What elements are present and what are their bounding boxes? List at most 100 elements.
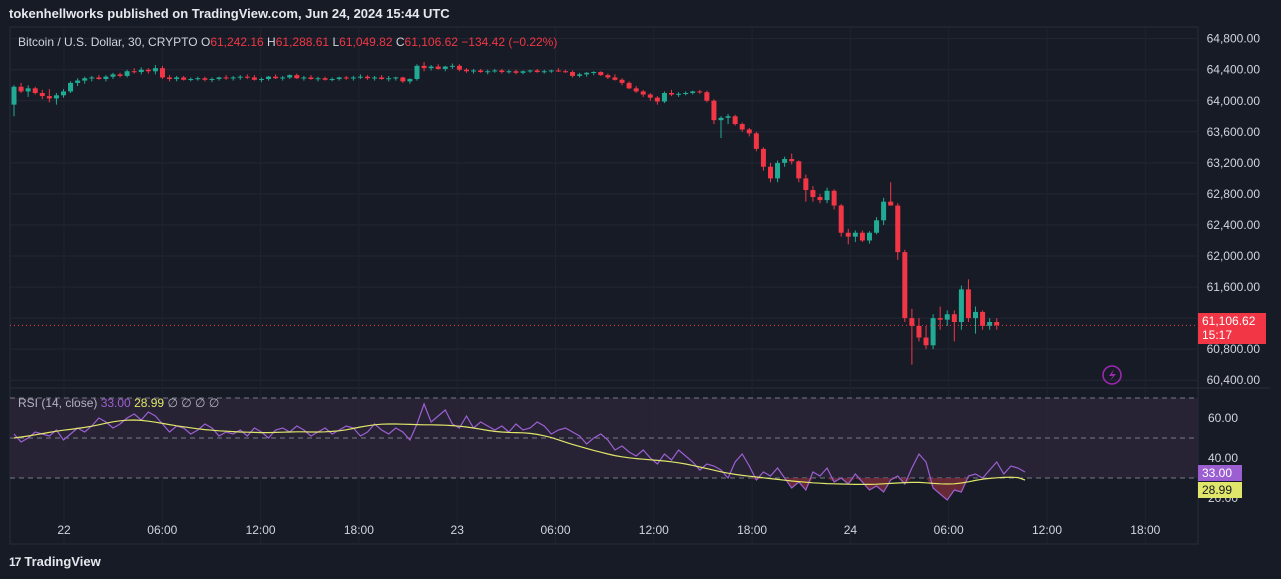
price-tick-label: 61,600.00 — [1207, 280, 1261, 294]
price-tick-label: 63,600.00 — [1207, 125, 1261, 139]
candle-body — [916, 325, 922, 338]
rsi-name[interactable]: RSI (14, close) — [18, 396, 97, 410]
symbol-name[interactable]: Bitcoin / U.S. Dollar, 30, CRYPTO — [18, 35, 198, 49]
candle-body — [619, 79, 625, 83]
price-tick-label: 60,400.00 — [1207, 373, 1261, 387]
candle-body — [485, 71, 491, 73]
candle-body — [336, 77, 342, 80]
change-value: −134.42 (−0.22%) — [461, 35, 558, 49]
time-tick-label: 12:00 — [246, 523, 276, 537]
high-label: H — [267, 35, 276, 49]
candle-body — [237, 76, 243, 78]
candle-body — [195, 78, 201, 80]
price-axis[interactable]: 64,800.00 64,400.00 64,000.00 63,600.00 63,2… — [1207, 32, 1261, 505]
candle-body — [767, 166, 773, 179]
bar-countdown: 15:17 — [1202, 328, 1233, 342]
candle-body — [831, 190, 837, 206]
rsi-value: 33.00 — [100, 396, 131, 410]
candle-body — [145, 69, 151, 72]
candle-body — [209, 79, 215, 81]
rsi-ma-value: 28.99 — [134, 396, 165, 410]
candle-body — [555, 70, 561, 72]
rsi-tick-label: 60.00 — [1208, 411, 1238, 425]
candle-body — [520, 71, 526, 73]
candle-body — [859, 232, 865, 241]
candle-body — [46, 96, 52, 99]
time-axis[interactable]: 22 06:00 12:00 18:00 23 06:00 12:00 18:00 24 06:0… — [57, 523, 1160, 537]
candle-body — [633, 88, 639, 92]
candle-body — [350, 77, 356, 79]
candle-body — [287, 75, 293, 78]
replay-icon[interactable] — [1102, 365, 1122, 385]
candle-body — [68, 82, 74, 92]
rsi-tick-label: 40.00 — [1208, 451, 1238, 465]
candle-body — [591, 72, 597, 74]
close-value: 61,106.62 — [404, 35, 458, 49]
candle-body — [647, 94, 653, 98]
candle-body — [732, 116, 738, 125]
price-tick-label: 62,800.00 — [1207, 187, 1261, 201]
time-tick-label: 22 — [57, 523, 71, 537]
candle-body — [753, 133, 759, 149]
candle-body — [442, 66, 448, 69]
candle-body — [598, 72, 604, 76]
candle-body — [471, 70, 477, 72]
candle-body — [725, 116, 731, 118]
candle-body — [965, 289, 971, 319]
candle-body — [343, 77, 349, 79]
time-tick-label: 18:00 — [737, 523, 767, 537]
candle-body — [683, 92, 689, 94]
candle-body — [181, 77, 187, 80]
candle-body — [789, 158, 795, 162]
candle-body — [958, 289, 964, 323]
time-tick-label: 18:00 — [344, 523, 374, 537]
candle-body — [244, 76, 250, 78]
candle-body — [53, 95, 59, 99]
rsi-oversold-fill — [14, 478, 1026, 500]
candle-body — [866, 232, 872, 241]
rsi-extra-values: ∅ ∅ ∅ ∅ — [167, 396, 220, 410]
last-price-value: 61,106.62 — [1202, 314, 1256, 328]
time-tick-label: 06:00 — [147, 523, 177, 537]
candle-body — [449, 65, 455, 67]
candle-body — [294, 75, 300, 79]
candle-body — [110, 74, 116, 77]
candle-body — [980, 311, 986, 326]
candle-body — [570, 72, 576, 76]
candle-body — [39, 92, 45, 97]
candle-body — [626, 82, 632, 89]
candle-body — [266, 76, 272, 80]
candle-body — [951, 314, 957, 323]
candle-body — [527, 70, 533, 72]
tradingview-brand[interactable]: 17 TradingView — [9, 554, 101, 569]
candle-body — [640, 91, 646, 95]
candle-body — [760, 148, 766, 167]
candle-body — [96, 77, 102, 80]
candle-body — [930, 318, 936, 346]
candle-body — [167, 77, 173, 80]
candle-body — [895, 205, 901, 253]
time-tick-label: 23 — [451, 523, 465, 537]
price-tick-label: 64,000.00 — [1207, 94, 1261, 108]
candle-body — [923, 337, 929, 346]
candle-body — [159, 68, 165, 78]
candle-body — [103, 76, 109, 80]
candle-body — [562, 71, 568, 73]
rsi-band — [10, 397, 1198, 479]
time-tick-label: 24 — [844, 523, 858, 537]
chart-canvas[interactable]: 64,800.00 64,400.00 64,000.00 63,600.00 63,2… — [0, 0, 1281, 579]
candle-body — [258, 79, 264, 81]
candle-body — [584, 72, 590, 75]
candle-body — [18, 86, 24, 92]
candle-body — [25, 88, 31, 92]
candle-body — [987, 322, 993, 326]
candle-body — [796, 161, 802, 179]
candle-body — [704, 92, 710, 101]
candle-body — [301, 77, 307, 79]
candle-body — [782, 158, 788, 163]
candle-body — [534, 70, 540, 73]
candle-body — [379, 77, 385, 80]
open-label: O — [200, 35, 211, 49]
time-tick-label: 12:00 — [1032, 523, 1062, 537]
low-value: 61,049.82 — [339, 35, 393, 49]
